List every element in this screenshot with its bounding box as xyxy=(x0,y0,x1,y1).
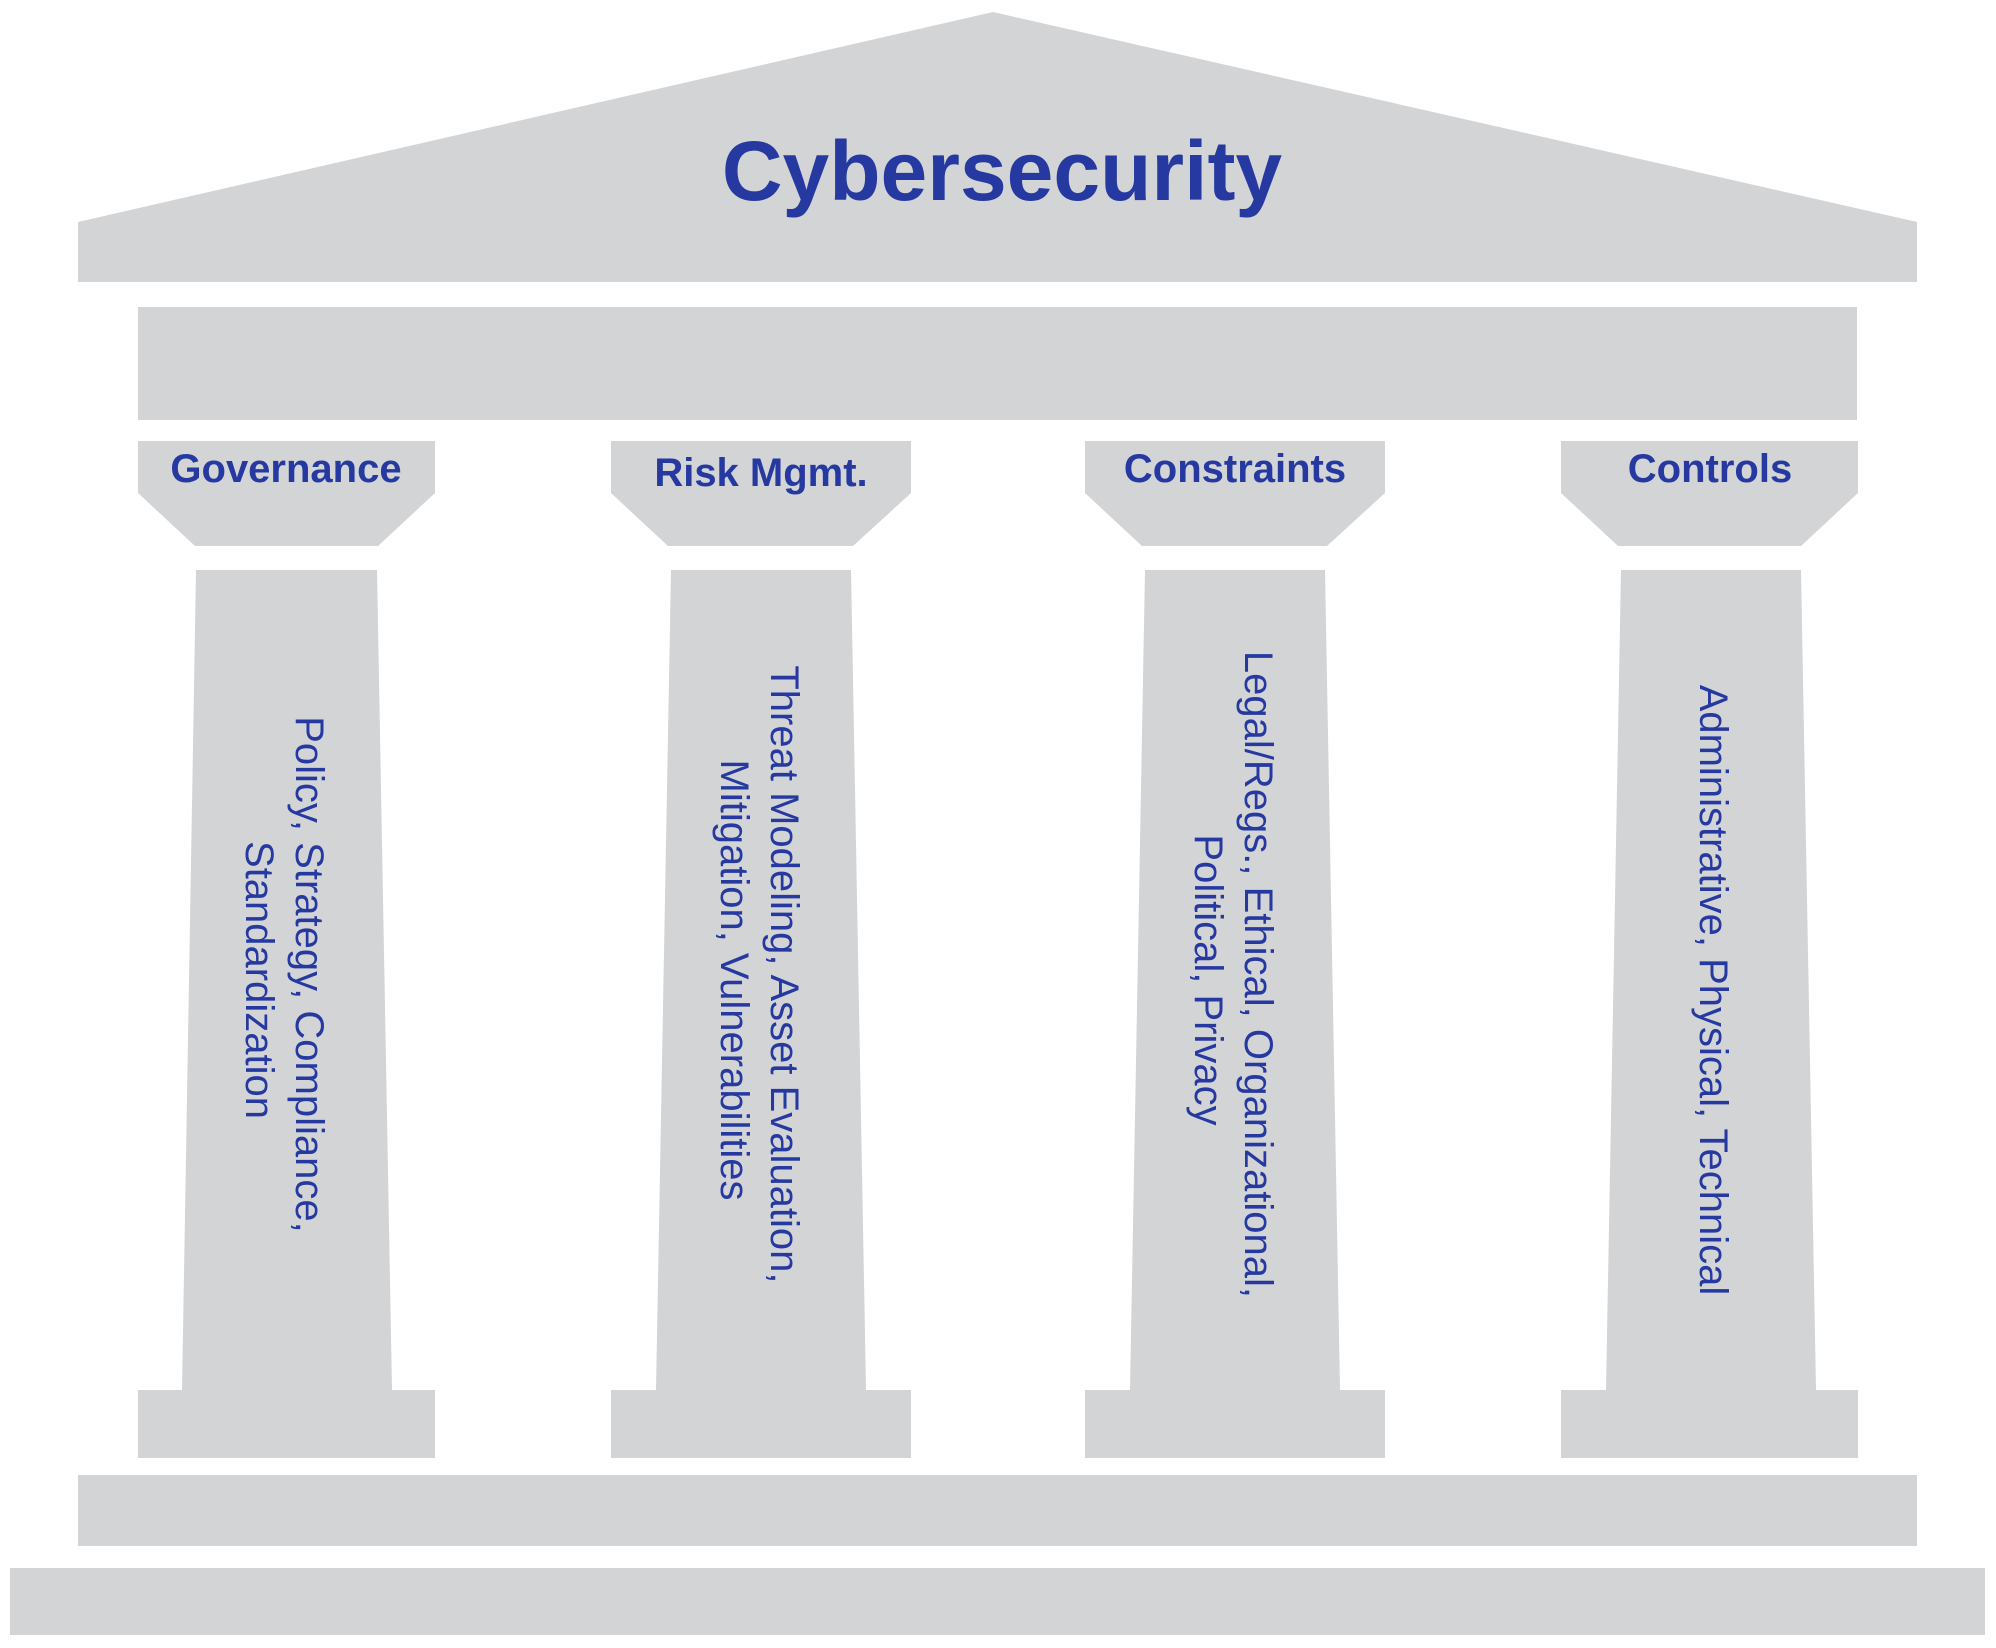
pillar-shaft xyxy=(656,570,866,1390)
pillar-description-line-1: Policy, Strategy, Compliance, xyxy=(287,716,331,1233)
stylobate-lower-step xyxy=(10,1568,1985,1635)
pillar-description-line-2: Mitigation, Vulnerabilities xyxy=(712,760,756,1201)
pillar-constraints: Constraints Legal/Regs., Ethical, Organi… xyxy=(1085,441,1385,1458)
pillar-base xyxy=(1561,1390,1858,1458)
pillar-base xyxy=(138,1390,435,1458)
pillar-description-line-1: Legal/Regs., Ethical, Organizational, xyxy=(1236,651,1280,1298)
pillar-description-line-1: Administrative, Physical, Technical xyxy=(1691,685,1735,1296)
pillar-capital-taper xyxy=(1085,493,1385,546)
pillar-controls: Controls Administrative, Physical, Techn… xyxy=(1561,441,1858,1458)
pillar-heading: Governance xyxy=(170,447,401,491)
pillar-risk-mgmt: Risk Mgmt. Threat Modeling, Asset Evalua… xyxy=(611,441,911,1458)
temple-diagram: Cybersecurity Governance Policy, Strateg… xyxy=(10,12,1985,1635)
pillar-description-line-2: Political, Privacy xyxy=(1186,834,1230,1125)
stylobate-upper-step xyxy=(78,1475,1917,1546)
pillar-heading: Risk Mgmt. xyxy=(654,451,867,495)
diagram-title: Cybersecurity xyxy=(722,124,1283,218)
pillar-capital-taper xyxy=(611,493,911,546)
pillar-description: Administrative, Physical, Technical xyxy=(1691,685,1735,1296)
pillar-description-line-2: Standardization xyxy=(237,841,281,1119)
pillar-shaft xyxy=(182,570,392,1390)
pillar-capital-taper xyxy=(138,493,435,546)
pillar-base xyxy=(1085,1390,1385,1458)
pillar-base xyxy=(611,1390,911,1458)
pillar-heading: Constraints xyxy=(1124,447,1346,491)
pillar-capital-taper xyxy=(1561,493,1858,546)
pillar-governance: Governance Policy, Strategy, Compliance,… xyxy=(138,441,435,1458)
entablature-beam xyxy=(138,307,1857,420)
pillar-shaft xyxy=(1130,570,1340,1390)
pillar-description-line-1: Threat Modeling, Asset Evaluation, xyxy=(762,665,806,1283)
pillar-heading: Controls xyxy=(1628,447,1792,491)
